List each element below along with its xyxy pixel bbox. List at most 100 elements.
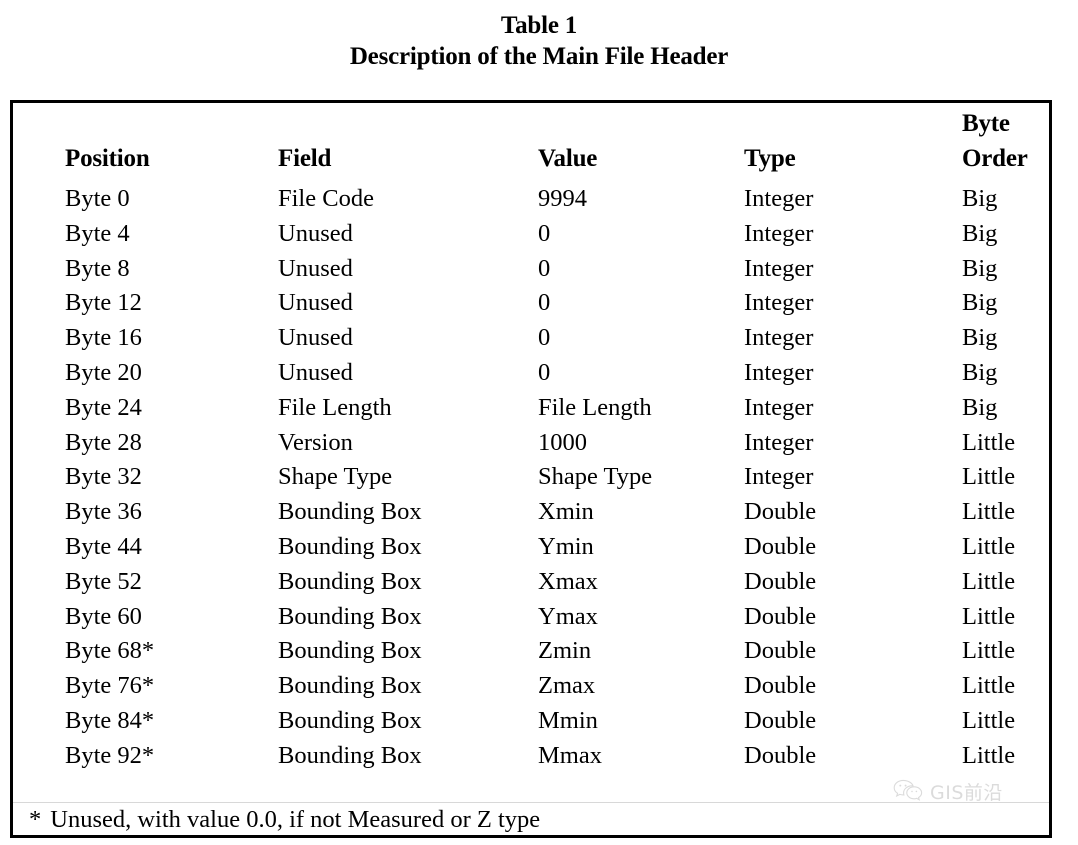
cell-byte-order: Little (962, 707, 1016, 734)
column-header-byte-order: Byte Order (962, 106, 1028, 176)
cell-byte-order: Little (962, 741, 1016, 769)
cell-value: Xmax (538, 567, 598, 595)
cell-value: Mmax (538, 741, 602, 769)
cell-type: Double (744, 637, 817, 665)
cell-value: 0 (538, 359, 551, 386)
cell-field: Bounding Box (278, 672, 422, 700)
cell-field: Bounding Box (278, 637, 422, 665)
table-row: Byte 12 Unused 0 Integer Big (13, 285, 1049, 320)
cell-value: Xmin (538, 498, 594, 526)
cell-position: Byte 76* (65, 672, 155, 700)
cell-type: Integer (744, 359, 814, 386)
table-row: Byte 92* Bounding Box Mmax Double Little (13, 738, 1049, 773)
cell-field: Unused (278, 324, 353, 352)
cell-value: Ymin (538, 533, 594, 560)
cell-type: Double (744, 602, 817, 630)
cell-value: Ymax (538, 602, 598, 630)
table-number: Table 1 (500, 12, 578, 39)
cell-value: 0 (538, 289, 551, 317)
cell-type: Double (744, 567, 817, 595)
cell-type: Integer (744, 254, 814, 282)
cell-position: Byte 12 (65, 289, 142, 317)
cell-field: Unused (278, 219, 353, 247)
cell-type: Double (744, 741, 817, 769)
cell-field: Unused (278, 289, 353, 317)
cell-byte-order: Little (962, 637, 1016, 665)
table-row: Byte 60 Bounding Box Ymax Double Little (13, 599, 1049, 634)
table-row: Byte 84* Bounding Box Mmin Double Little (13, 703, 1049, 738)
cell-position: Byte 44 (65, 533, 142, 560)
table-row: Byte 4 Unused 0 Integer Big (13, 216, 1049, 251)
cell-value: Shape Type (538, 463, 653, 491)
table-caption: Description of the Main File Header (349, 43, 729, 70)
cell-position: Byte 28 (65, 428, 142, 456)
table-row: Byte 24 File Length File Length Integer … (13, 390, 1049, 425)
cell-field: Bounding Box (278, 741, 422, 769)
cell-type: Integer (744, 428, 814, 456)
cell-type: Double (744, 672, 817, 700)
table-inner: Position Field Value Type Byte Order Byt… (13, 103, 1049, 835)
cell-position: Byte 68* (65, 637, 155, 665)
cell-byte-order: Big (962, 219, 998, 247)
table-row: Byte 28 Version 1000 Integer Little (13, 425, 1049, 460)
cell-type: Double (744, 533, 817, 560)
cell-byte-order: Big (962, 324, 998, 352)
table-row: Byte 8 Unused 0 Integer Big (13, 251, 1049, 286)
table-row: Byte 36 Bounding Box Xmin Double Little (13, 494, 1049, 529)
table-row: Byte 0 File Code 9994 Integer Big (13, 181, 1049, 216)
cell-position: Byte 52 (65, 567, 142, 595)
column-header-field: Field (278, 145, 332, 172)
cell-field: Bounding Box (278, 567, 422, 595)
cell-position: Byte 20 (65, 359, 142, 386)
cell-byte-order: Little (962, 602, 1016, 630)
cell-byte-order: Little (962, 463, 1016, 491)
table-row: Byte 32 Shape Type Shape Type Integer Li… (13, 459, 1049, 494)
cell-type: Double (744, 707, 817, 734)
column-header-value: Value (538, 145, 598, 172)
cell-position: Byte 4 (65, 219, 130, 247)
cell-value: Zmin (538, 637, 592, 665)
cell-field: File Code (278, 185, 374, 212)
cell-byte-order: Little (962, 498, 1016, 526)
cell-field: Unused (278, 254, 353, 282)
cell-field: Bounding Box (278, 533, 422, 560)
cell-field: File Length (278, 393, 392, 421)
cell-field: Bounding Box (278, 498, 422, 526)
cell-byte-order: Little (962, 567, 1016, 595)
cell-value: 0 (538, 254, 551, 282)
cell-byte-order: Big (962, 289, 998, 317)
cell-field: Version (278, 428, 353, 456)
cell-position: Byte 16 (65, 324, 142, 352)
table-row: Byte 16 Unused 0 Integer Big (13, 320, 1049, 355)
table-row: Byte 52 Bounding Box Xmax Double Little (13, 564, 1049, 599)
cell-byte-order: Little (962, 672, 1016, 700)
cell-type: Integer (744, 185, 814, 212)
cell-value: Mmin (538, 707, 598, 734)
table-footnote: * Unused, with value 0.0, if not Measured… (29, 803, 541, 835)
cell-field: Unused (278, 359, 353, 386)
cell-type: Integer (744, 324, 814, 352)
cell-field: Bounding Box (278, 602, 422, 630)
cell-position: Byte 24 (65, 393, 142, 421)
cell-position: Byte 8 (65, 254, 130, 282)
cell-byte-order: Big (962, 359, 998, 386)
table-row: Byte 68* Bounding Box Zmin Double Little (13, 633, 1049, 668)
cell-position: Byte 32 (65, 463, 142, 491)
cell-position: Byte 60 (65, 602, 142, 630)
table-title-block: Table 1 Description of the Main File Hea… (0, 0, 1078, 72)
footnote-text: Unused, with value 0.0, if not Measured … (50, 806, 541, 833)
cell-position: Byte 84* (65, 707, 155, 734)
table-header-row: Position Field Value Type Byte Order (13, 110, 1049, 176)
cell-byte-order: Big (962, 393, 998, 421)
column-header-byte-order-line1: Byte (962, 110, 1010, 137)
cell-field: Shape Type (278, 463, 393, 491)
main-file-header-table: Position Field Value Type Byte Order Byt… (10, 100, 1052, 838)
table-row: Byte 76* Bounding Box Zmax Double Little (13, 668, 1049, 703)
column-header-position: Position (65, 145, 150, 172)
cell-byte-order: Big (962, 254, 998, 282)
table-row: Byte 20 Unused 0 Integer Big (13, 355, 1049, 390)
cell-type: Integer (744, 219, 814, 247)
cell-byte-order: Little (962, 428, 1016, 456)
cell-byte-order: Big (962, 185, 998, 212)
cell-value: 0 (538, 324, 551, 352)
